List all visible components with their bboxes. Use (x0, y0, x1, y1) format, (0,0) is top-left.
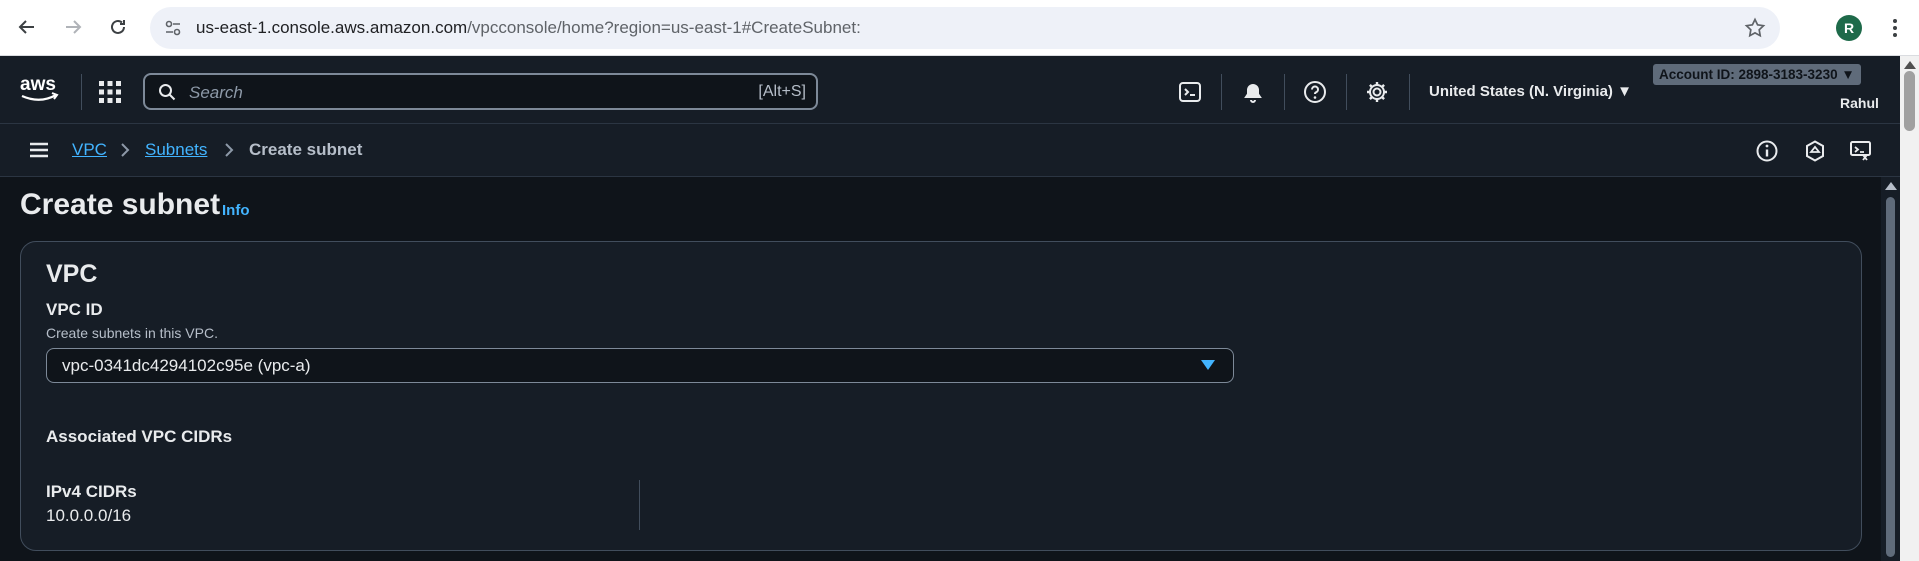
browser-toolbar: us-east-1.console.aws.amazon.com/vpccons… (0, 0, 1919, 56)
associated-cidrs-heading: Associated VPC CIDRs (46, 427, 233, 446)
ipv4-cidrs-value: 10.0.0.0/16 (46, 506, 132, 525)
site-settings-icon[interactable] (164, 19, 182, 37)
help-icon[interactable] (1303, 80, 1327, 104)
nav-divider (1284, 74, 1285, 110)
user-name[interactable]: Rahul (1840, 95, 1879, 111)
page-title: Create subnet (20, 188, 221, 221)
cloudshell-icon[interactable] (1178, 80, 1202, 104)
scrollbar-thumb[interactable] (1904, 71, 1915, 131)
vpc-id-selected-value: vpc-0341dc4294102c95e (vpc-a) (62, 356, 311, 375)
chevron-right-icon (121, 143, 130, 157)
vpc-id-select[interactable]: vpc-0341dc4294102c95e (vpc-a) (46, 348, 1234, 383)
feedback-icon[interactable] (1849, 139, 1873, 163)
profile-avatar[interactable]: R (1836, 15, 1862, 41)
breadcrumb-subnets[interactable]: Subnets (145, 140, 207, 160)
aws-logo[interactable]: aws (18, 72, 62, 111)
info-link[interactable]: Info (222, 202, 250, 219)
nav-divider (1409, 74, 1410, 110)
search-icon (159, 84, 176, 101)
url-host: us-east-1.console.aws.amazon.com (196, 18, 468, 37)
caret-down-icon (1201, 360, 1215, 370)
aws-top-nav: aws Search [Alt+S] United States (N. Vir… (0, 56, 1919, 124)
reload-icon (111, 19, 125, 34)
search-placeholder: Search (189, 83, 243, 102)
vpc-id-label: VPC ID (46, 300, 103, 319)
nav-divider (81, 74, 82, 110)
forward-button[interactable] (58, 12, 88, 42)
back-button[interactable] (12, 12, 42, 42)
nav-divider (1221, 74, 1222, 110)
breadcrumb: VPC Subnets Create subnet (0, 124, 1900, 177)
svg-text:aws: aws (20, 74, 56, 95)
account-id-menu[interactable]: Account ID: 2898-3183-3230 ▼ (1653, 64, 1861, 85)
search-input[interactable]: Search [Alt+S] (143, 73, 818, 110)
search-shortcut: [Alt+S] (758, 83, 806, 100)
url-text: us-east-1.console.aws.amazon.com/vpccons… (196, 18, 861, 38)
vpc-panel: VPC VPC ID Create subnets in this VPC. v… (20, 241, 1862, 551)
shield-icon[interactable] (1803, 139, 1827, 163)
browser-scrollbar[interactable] (1900, 56, 1919, 561)
region-selector[interactable]: United States (N. Virginia) ▼ (1429, 83, 1632, 100)
back-arrow-icon (18, 20, 34, 34)
vpc-id-description: Create subnets in this VPC. (46, 325, 218, 341)
breadcrumb-current: Create subnet (249, 140, 363, 159)
url-path: /vpcconsole/home?region=us-east-1#Create… (467, 18, 861, 37)
scroll-up-arrow-icon[interactable] (1904, 61, 1916, 69)
forward-arrow-icon (66, 20, 82, 34)
services-grid-icon[interactable] (98, 80, 122, 104)
chevron-right-icon (225, 143, 234, 157)
reload-button[interactable] (103, 12, 133, 42)
content-scrollbar[interactable] (1881, 177, 1900, 561)
bookmark-star-icon[interactable] (1744, 17, 1766, 39)
nav-divider (1346, 74, 1347, 110)
panel-title: VPC (46, 260, 98, 288)
menu-icon[interactable] (28, 140, 50, 160)
column-divider (639, 480, 640, 530)
gear-icon[interactable] (1365, 80, 1389, 104)
breadcrumb-vpc[interactable]: VPC (72, 140, 107, 160)
browser-menu-icon[interactable] (1885, 14, 1905, 42)
address-bar[interactable]: us-east-1.console.aws.amazon.com/vpccons… (150, 7, 1780, 49)
aws-logo-icon: aws (20, 74, 59, 101)
bell-icon[interactable] (1241, 80, 1265, 104)
scrollbar-thumb[interactable] (1886, 197, 1895, 557)
ipv4-cidrs-label: IPv4 CIDRs (46, 482, 137, 501)
info-circle-icon[interactable] (1755, 139, 1779, 163)
scroll-up-arrow-icon[interactable] (1885, 182, 1897, 190)
